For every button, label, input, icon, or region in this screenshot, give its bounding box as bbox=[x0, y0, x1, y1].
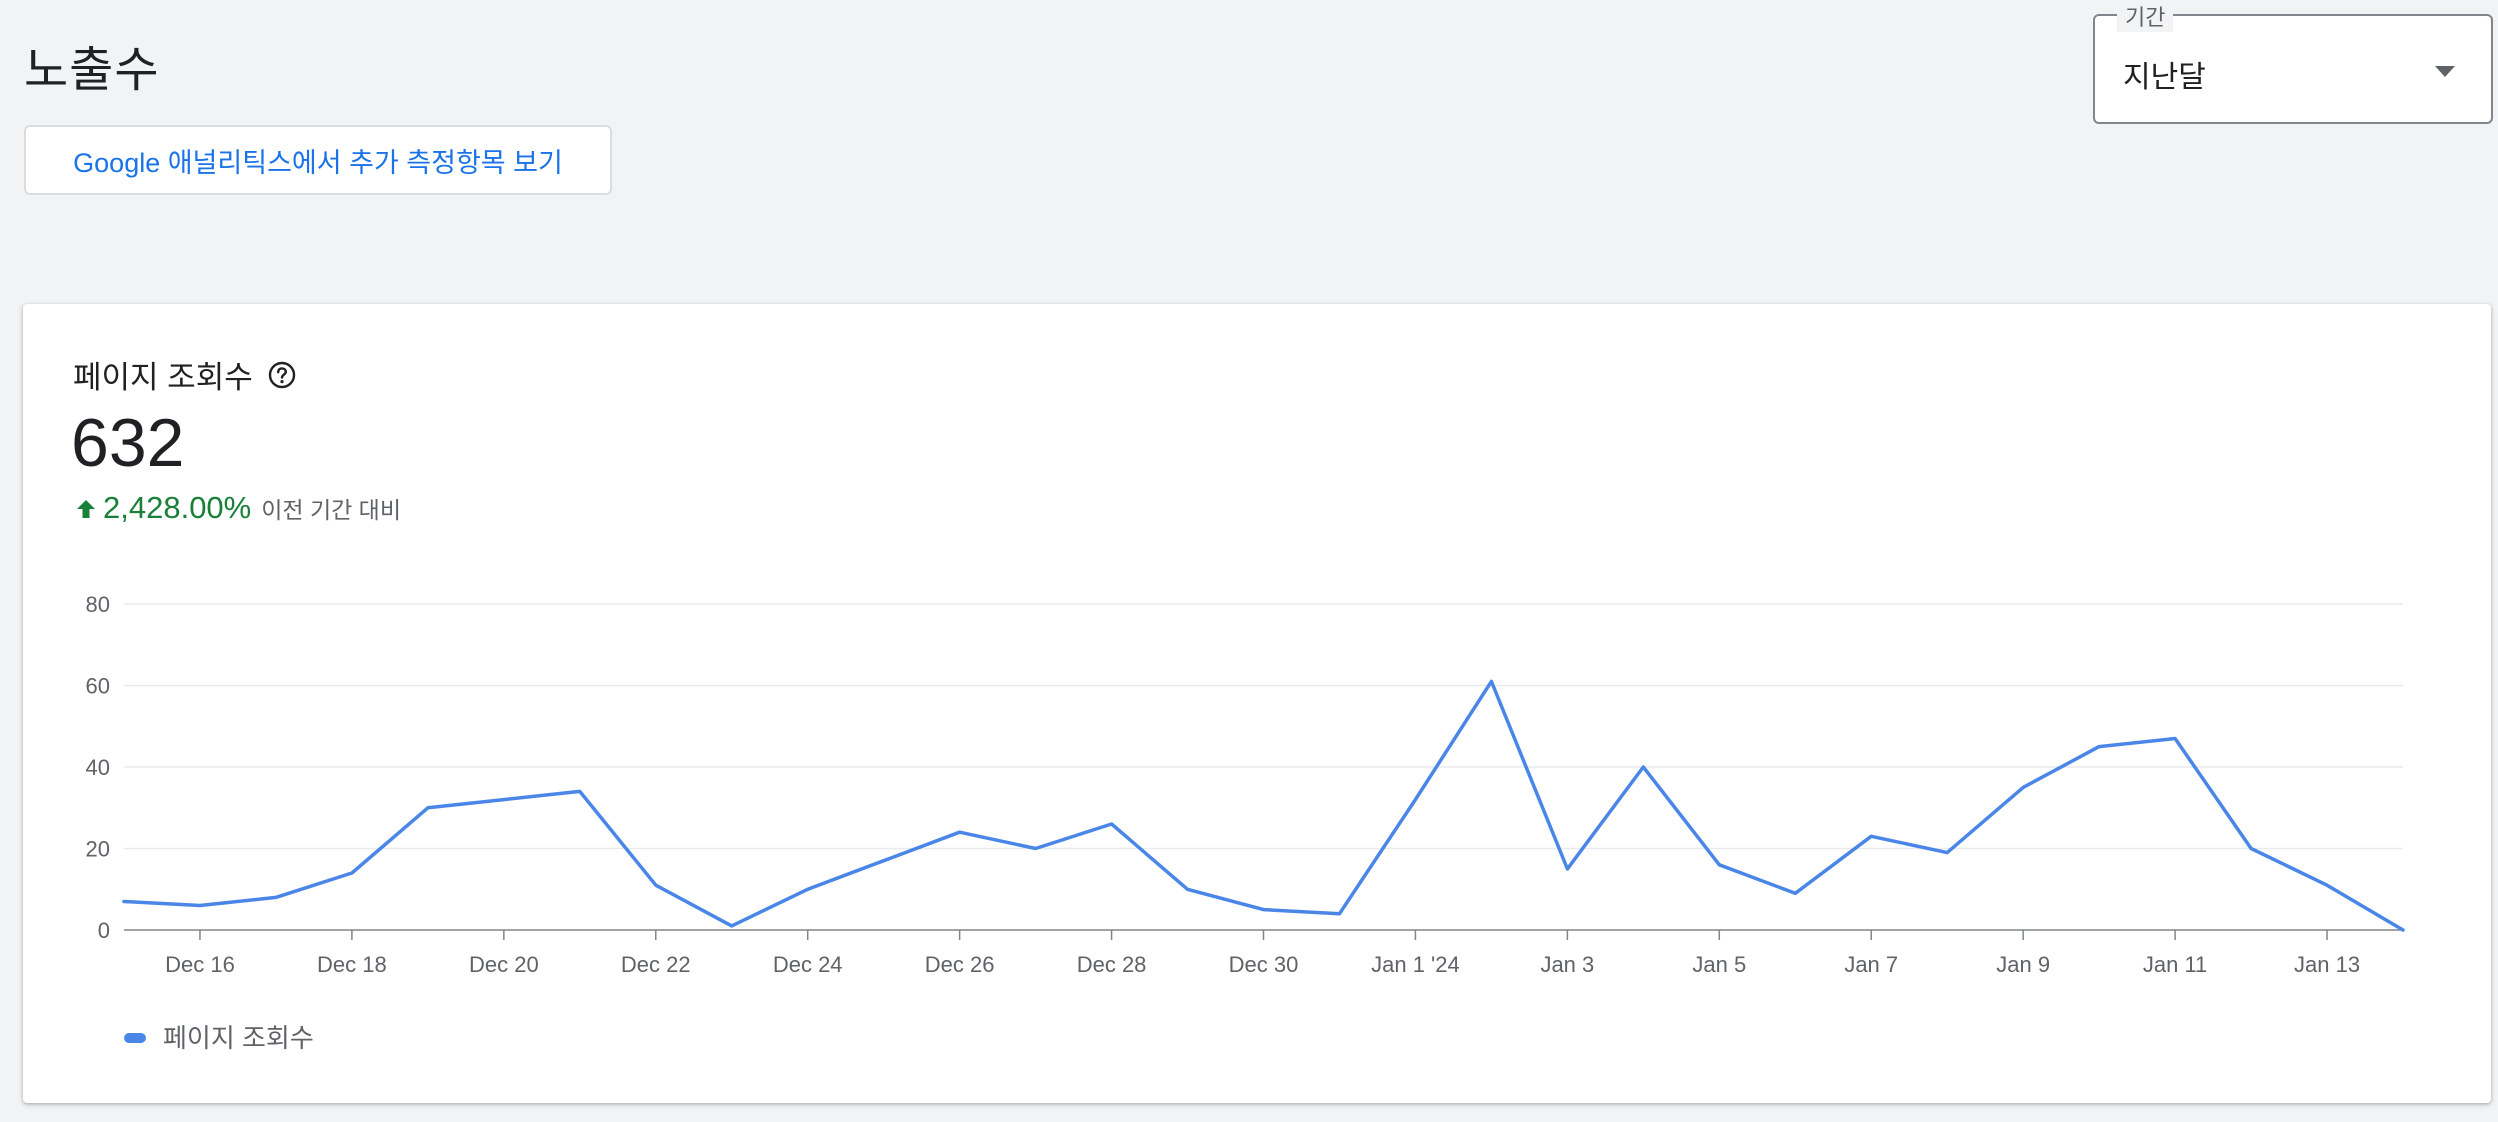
period-select-label: 기간 bbox=[2117, 0, 2174, 32]
legend-label: 페이지 조회수 bbox=[163, 1023, 314, 1053]
y-tick-label: 0 bbox=[98, 918, 110, 943]
view-more-metrics-in-google-analytics-button[interactable]: Google 애널리틱스에서 추가 측정항목 보기 bbox=[24, 125, 612, 195]
data-point bbox=[1489, 679, 1493, 683]
data-point bbox=[806, 887, 810, 891]
x-tick-label: Jan 5 bbox=[1692, 952, 1746, 977]
data-point bbox=[2249, 847, 2253, 851]
x-tick-label: Dec 26 bbox=[925, 952, 995, 977]
y-tick-label: 60 bbox=[86, 674, 110, 699]
data-point bbox=[122, 899, 126, 903]
data-point bbox=[1413, 798, 1417, 802]
dropdown-arrow-icon[interactable] bbox=[2435, 66, 2455, 77]
data-point bbox=[274, 895, 278, 899]
x-tick-label: Dec 28 bbox=[1077, 952, 1147, 977]
data-point bbox=[1565, 867, 1569, 871]
ga-button-label: Google 애널리틱스에서 추가 측정항목 보기 bbox=[73, 147, 563, 178]
data-point bbox=[1945, 851, 1949, 855]
data-point bbox=[2097, 745, 2101, 749]
x-tick-label: Dec 18 bbox=[317, 952, 387, 977]
data-point bbox=[1869, 834, 1873, 838]
legend-swatch bbox=[124, 1033, 146, 1043]
x-tick-label: Dec 16 bbox=[165, 952, 235, 977]
data-point bbox=[198, 904, 202, 908]
data-point bbox=[2325, 883, 2329, 887]
data-point bbox=[654, 883, 658, 887]
period-select[interactable]: 기간 지난달 bbox=[2093, 0, 2493, 124]
data-point bbox=[350, 871, 354, 875]
data-point bbox=[2021, 785, 2025, 789]
data-point bbox=[502, 798, 506, 802]
page-title: 노출수 bbox=[24, 44, 160, 97]
data-point bbox=[1337, 912, 1341, 916]
x-tick-label: Jan 9 bbox=[1996, 952, 2050, 977]
data-point bbox=[1717, 863, 1721, 867]
period-select-value: 지난달 bbox=[2123, 61, 2206, 94]
data-point bbox=[426, 806, 430, 810]
data-point bbox=[2173, 736, 2177, 740]
x-tick-label: Dec 20 bbox=[469, 952, 539, 977]
data-point bbox=[1793, 891, 1797, 895]
x-tick-label: Jan 1 '24 bbox=[1371, 952, 1460, 977]
x-tick-label: Jan 3 bbox=[1540, 952, 1594, 977]
x-tick-label: Jan 7 bbox=[1844, 952, 1898, 977]
data-point bbox=[882, 859, 886, 863]
data-point bbox=[1034, 847, 1038, 851]
y-tick-label: 40 bbox=[86, 755, 110, 780]
data-point bbox=[2401, 928, 2405, 932]
data-point bbox=[578, 789, 582, 793]
x-tick-label: Dec 24 bbox=[773, 952, 843, 977]
data-point bbox=[1641, 765, 1645, 769]
page-views-line-chart: 0 20 40 60 80 Dec 16 Dec 18 Dec 20 Dec 22 Dec 24 D… bbox=[86, 592, 2405, 1053]
data-point bbox=[958, 830, 962, 834]
data-point bbox=[1262, 908, 1266, 912]
x-tick-label: Dec 22 bbox=[621, 952, 691, 977]
data-point bbox=[1110, 822, 1114, 826]
x-tick-label: Dec 30 bbox=[1229, 952, 1299, 977]
page-views-card: 페이지 조회수 632 2,428.00% 이전 기간 대비 0 20 40 60 80… bbox=[23, 304, 2491, 1103]
data-point bbox=[730, 924, 734, 928]
y-tick-label: 80 bbox=[86, 592, 110, 617]
series-line bbox=[122, 679, 2405, 932]
x-tick-label: Jan 11 bbox=[2143, 952, 2207, 977]
data-point bbox=[1186, 887, 1190, 891]
x-tick-label: Jan 13 bbox=[2294, 952, 2360, 977]
y-tick-label: 20 bbox=[86, 837, 110, 862]
